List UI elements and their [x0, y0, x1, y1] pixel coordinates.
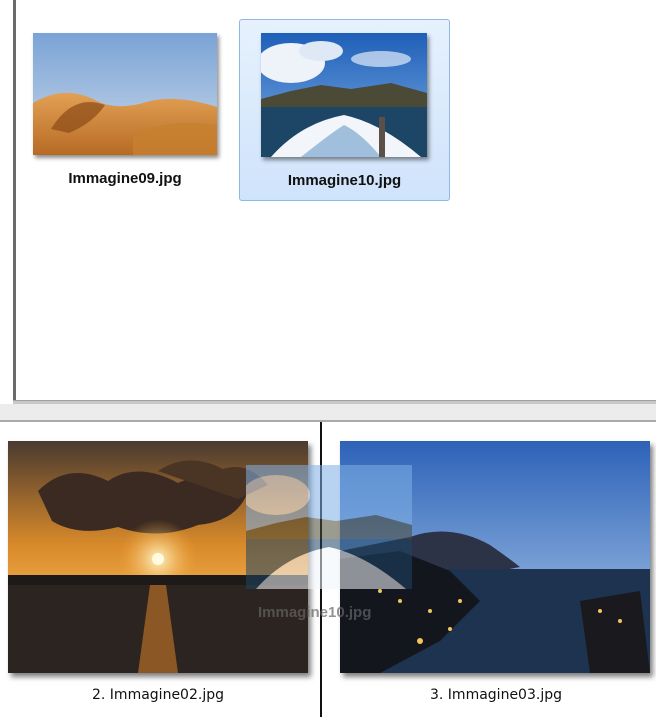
filmstrip-caption: 3. Immagine03.jpg: [430, 687, 562, 703]
filmstrip-caption: 2. Immagine02.jpg: [92, 687, 224, 703]
drag-ghost-label: Immagine10.jpg: [258, 604, 372, 621]
drag-ghost-thumbnail: [246, 465, 412, 589]
file-name: Immagine10.jpg: [287, 172, 402, 189]
file-browser-pane: Immagine09.jpg Immagine10.jpg: [0, 0, 656, 405]
thumbnail-desert-dunes: [33, 33, 217, 155]
pane-left-border: [13, 0, 16, 404]
file-item-immagine09[interactable]: Immagine09.jpg: [30, 30, 220, 200]
thumbnail-boat-wake: [261, 33, 427, 157]
file-item-immagine10-selected[interactable]: Immagine10.jpg: [239, 19, 450, 201]
file-name: Immagine09.jpg: [68, 170, 182, 187]
